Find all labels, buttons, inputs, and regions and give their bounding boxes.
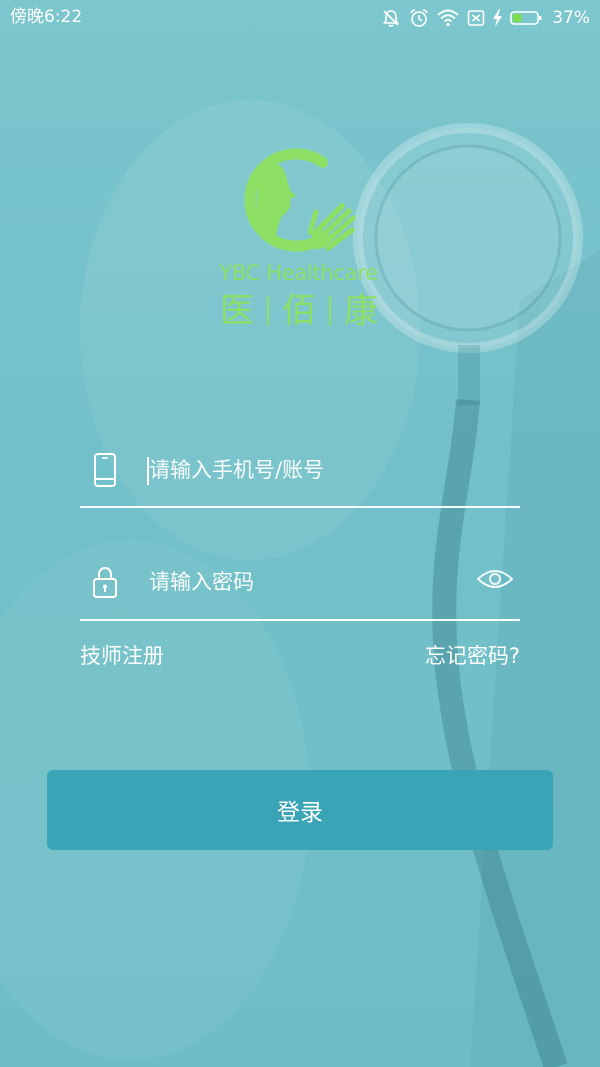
charging-icon (493, 9, 503, 27)
brand-char: 佰 (282, 291, 316, 331)
brand-char: 康 (344, 291, 378, 331)
brand-name-chinese: 医 佰 康 (0, 290, 598, 332)
brand-char: 医 (220, 291, 254, 331)
wifi-icon (437, 9, 459, 27)
brand-name-english: YBC Healthcare (219, 261, 378, 285)
status-bar: 傍晚6:22 37% (0, 0, 600, 36)
no-sim-icon (467, 10, 485, 26)
stethoscope-stem-shape (458, 345, 480, 405)
register-link[interactable]: 技师注册 (80, 642, 164, 670)
login-button[interactable]: 登录 (47, 770, 553, 850)
alarm-icon (410, 9, 428, 27)
login-screen: 傍晚6:22 37% YBC Healthcare 医 佰 康 请输入手机号/账… (0, 0, 600, 1067)
brand-separator (329, 296, 331, 326)
eye-icon (476, 570, 514, 588)
battery-fill (513, 14, 522, 22)
password-input[interactable] (149, 562, 449, 602)
battery-percent: 37% (552, 8, 590, 28)
battery-icon (510, 11, 542, 25)
account-underline (80, 506, 520, 508)
status-time: 傍晚6:22 (10, 7, 83, 27)
mute-icon (383, 10, 400, 27)
ybc-logo-emblem (244, 148, 356, 252)
password-underline (80, 619, 520, 621)
status-icons: 37% (381, 0, 590, 36)
account-input[interactable] (149, 450, 469, 490)
phone-icon (94, 453, 116, 487)
brand-separator (267, 296, 269, 326)
forgot-password-link[interactable]: 忘记密码? (425, 642, 520, 670)
show-password-button[interactable] (475, 565, 515, 593)
lock-icon (93, 567, 117, 598)
